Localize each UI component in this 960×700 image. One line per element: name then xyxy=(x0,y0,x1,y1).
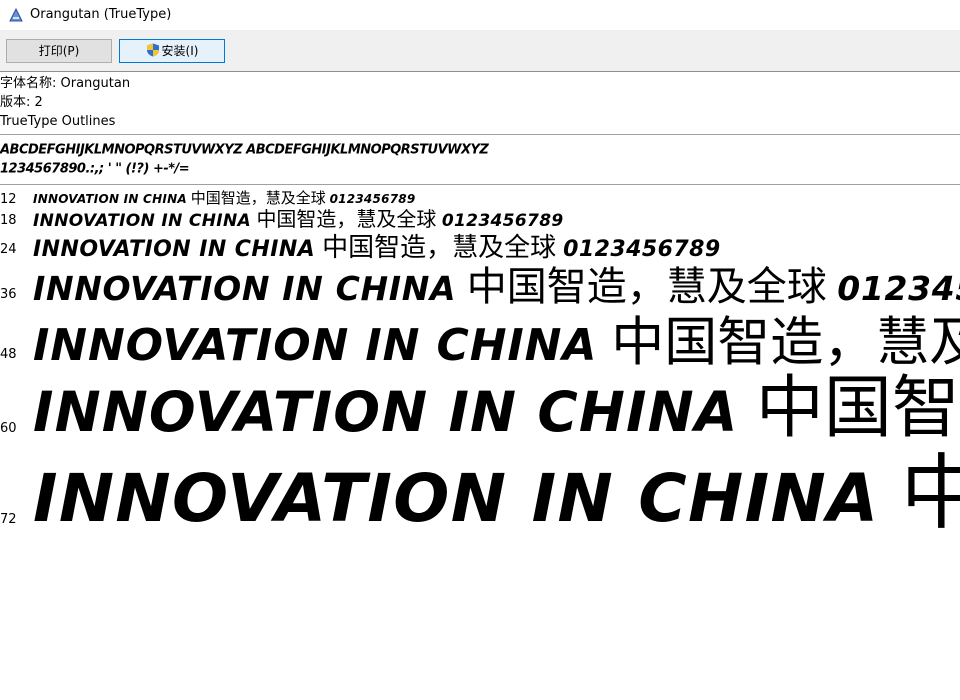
sample-text: INNOVATION IN CHINA 中国智造，慧及全球 xyxy=(33,375,960,443)
sample-row: 72 INNOVATION IN CHINA 中国智造，慧及全球 xyxy=(0,445,960,535)
charset-digits-punct-line: 1234567890.:,; ' " (!?) +-*/= xyxy=(0,161,190,177)
sample-text: INNOVATION IN CHINA 中国智造，慧及全球 0123456789 xyxy=(33,267,960,307)
sample-latin: INNOVATION IN CHINA xyxy=(33,460,880,537)
sample-cjk: 中国智造，慧及全球 xyxy=(900,446,960,541)
uac-shield-icon xyxy=(146,43,159,57)
sample-latin: INNOVATION IN CHINA xyxy=(33,320,598,371)
sample-row: 48 INNOVATION IN CHINA 中国智造，慧及全球 xyxy=(0,309,960,369)
size-label: 24 xyxy=(0,242,17,257)
sample-cjk: 中国智造，慧及全球 xyxy=(466,264,827,310)
size-label: 36 xyxy=(0,287,17,302)
sample-row: 12 INNOVATION IN CHINA 中国智造，慧及全球 0123456… xyxy=(0,187,960,207)
sample-latin: INNOVATION IN CHINA xyxy=(33,380,739,444)
sample-cjk: 中国智造，慧及全球 xyxy=(755,369,960,448)
font-name-line: 字体名称: Orangutan xyxy=(0,76,131,91)
charset-uppercase-line: ABCDEFGHIJKLMNOPQRSTUVWXYZ ABCDEFGHIJKLM… xyxy=(0,142,489,158)
sample-cjk: 中国智造，慧及全球 xyxy=(322,233,557,263)
sample-digits: 0123456789 xyxy=(837,269,960,308)
print-button-label: 打印(P) xyxy=(38,44,80,58)
print-button[interactable]: 打印(P) xyxy=(6,39,112,63)
font-viewer-icon xyxy=(9,7,23,22)
sample-text: INNOVATION IN CHINA 中国智造，慧及全球 xyxy=(33,453,960,535)
sample-row: 60 INNOVATION IN CHINA 中国智造，慧及全球 xyxy=(0,367,960,443)
sample-area: 12 INNOVATION IN CHINA 中国智造，慧及全球 0123456… xyxy=(0,187,960,700)
sample-text: INNOVATION IN CHINA 中国智造，慧及全球 0123456789 xyxy=(33,191,415,206)
size-label: 12 xyxy=(0,192,17,207)
sample-latin: INNOVATION IN CHINA xyxy=(33,211,252,231)
sample-cjk: 中国智造，慧及全球 xyxy=(190,189,326,207)
sample-digits: 0123456789 xyxy=(329,192,416,206)
size-label: 72 xyxy=(0,512,17,527)
divider xyxy=(0,134,960,135)
sample-cjk: 中国智造，慧及全球 xyxy=(611,312,960,373)
sample-latin: INNOVATION IN CHINA xyxy=(33,269,457,308)
sample-cjk: 中国智造，慧及全球 xyxy=(256,207,437,231)
sample-row: 18 INNOVATION IN CHINA 中国智造，慧及全球 0123456… xyxy=(0,208,960,230)
window-title: Orangutan (TrueType) xyxy=(30,7,172,22)
install-button-label: 安装(I) xyxy=(161,44,199,58)
sample-digits: 0123456789 xyxy=(563,237,721,262)
size-label: 48 xyxy=(0,347,17,362)
sample-text: INNOVATION IN CHINA 中国智造，慧及全球 0123456789 xyxy=(33,235,721,261)
size-label: 60 xyxy=(0,421,17,436)
toolbar: 打印(P) 安装(I) xyxy=(0,30,960,72)
sample-digits: 0123456789 xyxy=(441,211,564,231)
sample-row: 36 INNOVATION IN CHINA 中国智造，慧及全球 0123456… xyxy=(0,263,960,307)
sample-text: INNOVATION IN CHINA 中国智造，慧及全球 0123456789 xyxy=(33,209,564,230)
size-label: 18 xyxy=(0,213,17,228)
font-type-line: TrueType Outlines xyxy=(0,114,116,129)
font-version-line: 版本: 2 xyxy=(0,95,43,110)
install-button[interactable]: 安装(I) xyxy=(119,39,225,63)
sample-text: INNOVATION IN CHINA 中国智造，慧及全球 xyxy=(33,316,960,369)
sample-row: 24 INNOVATION IN CHINA 中国智造，慧及全球 0123456… xyxy=(0,233,960,261)
sample-latin: INNOVATION IN CHINA xyxy=(33,237,316,262)
divider xyxy=(0,184,960,185)
title-bar: Orangutan (TrueType) xyxy=(0,0,960,30)
sample-latin: INNOVATION IN CHINA xyxy=(33,192,187,206)
